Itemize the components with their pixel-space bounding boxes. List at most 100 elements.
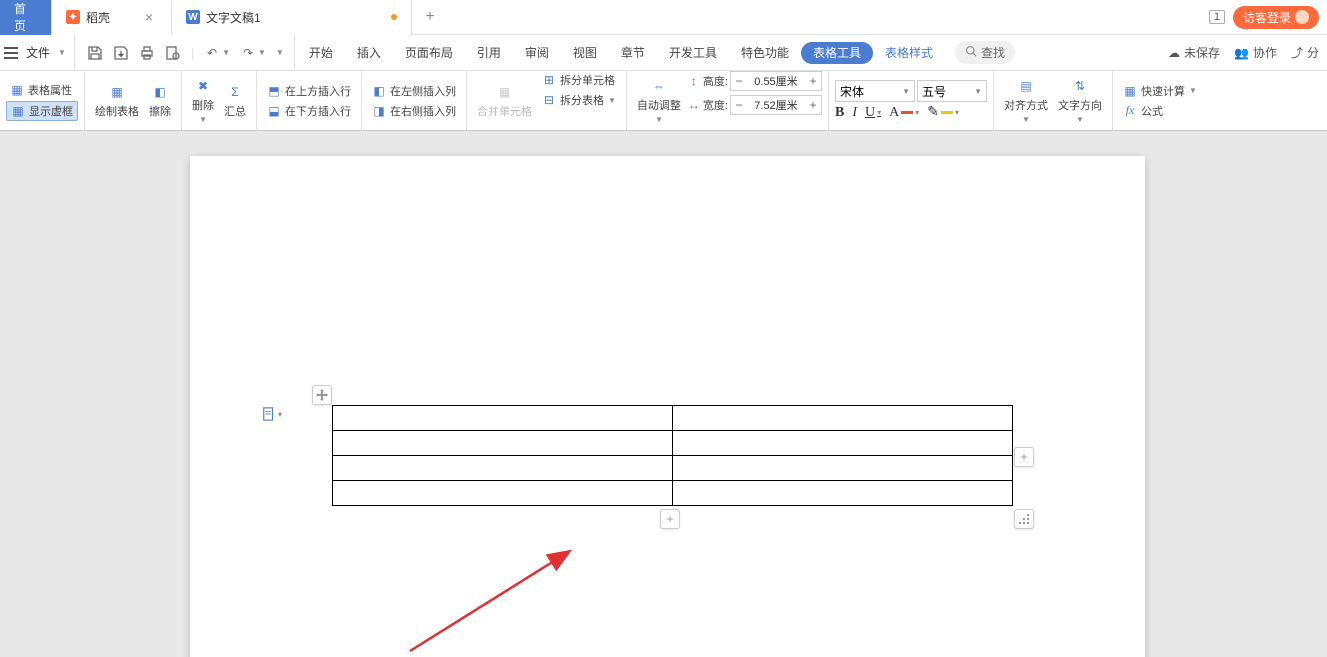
quick-calc-button[interactable]: ▦快速计算▼: [1119, 82, 1201, 100]
menu-features[interactable]: 特色功能: [729, 35, 801, 70]
hamburger-icon: [4, 47, 18, 59]
save-as-icon[interactable]: [113, 45, 129, 61]
menu-start[interactable]: 开始: [297, 35, 345, 70]
eraser-icon: ◧: [151, 83, 169, 101]
width-plus-button[interactable]: +: [805, 96, 821, 114]
undo-button[interactable]: ↶▼: [204, 45, 230, 61]
table-row[interactable]: [333, 406, 1013, 431]
height-plus-button[interactable]: +: [805, 72, 821, 90]
document-area: ▾ + +: [0, 131, 1327, 657]
print-icon[interactable]: [139, 45, 155, 61]
highlight-button[interactable]: ✎▾: [927, 104, 959, 121]
menu-chapter[interactable]: 章节: [609, 35, 657, 70]
table-cell[interactable]: [333, 456, 673, 481]
bold-button[interactable]: B: [835, 105, 844, 121]
close-icon[interactable]: ×: [141, 9, 157, 25]
table-cell[interactable]: [333, 406, 673, 431]
underline-button[interactable]: U▾: [865, 105, 881, 121]
height-label: 高度:: [703, 73, 728, 89]
menu-tabletools[interactable]: 表格工具: [801, 42, 873, 64]
login-button[interactable]: 访客登录: [1233, 6, 1319, 29]
notification-badge[interactable]: 1: [1209, 10, 1225, 24]
font-color-button[interactable]: A▾: [889, 105, 919, 121]
formula-button[interactable]: fx公式: [1119, 102, 1201, 120]
menu-pagelayout[interactable]: 页面布局: [393, 35, 465, 70]
tab-shell-label: 稻壳: [86, 9, 110, 26]
table-row[interactable]: [333, 481, 1013, 506]
chevron-down-icon[interactable]: ▼: [222, 48, 230, 57]
table-add-row-button[interactable]: +: [660, 509, 680, 529]
table-properties-button[interactable]: ▦表格属性: [6, 81, 78, 99]
split-cell-button[interactable]: ⊞拆分单元格: [538, 71, 620, 89]
tab-home[interactable]: 首页: [0, 0, 52, 35]
insert-row-above-button[interactable]: ⬒在上方插入行: [263, 82, 355, 100]
group-autofit: ⇔自动调整▼ ↕ 高度: − + ↔ 宽度: − +: [627, 71, 829, 130]
tab-document[interactable]: W 文字文稿1: [172, 0, 412, 35]
table-add-column-button[interactable]: +: [1014, 447, 1034, 467]
menu-tablestyle[interactable]: 表格样式: [873, 35, 945, 70]
summary-button[interactable]: Σ汇总: [220, 71, 250, 130]
align-button[interactable]: ▤对齐方式▼: [1000, 71, 1052, 130]
chevron-down-icon[interactable]: ▼: [258, 48, 266, 57]
redo-button[interactable]: ↷▼: [240, 45, 266, 61]
draw-table-button[interactable]: ▦绘制表格: [91, 71, 143, 130]
split-table-button[interactable]: ⊟拆分表格▼: [538, 91, 620, 109]
unsaved-button[interactable]: ☁未保存: [1168, 44, 1220, 61]
document-table[interactable]: [332, 405, 1013, 506]
share-button[interactable]: ⤴分: [1291, 44, 1319, 61]
tab-shell[interactable]: ✦ 稻壳 ×: [52, 0, 172, 35]
page-sidebar-tag[interactable]: ▾: [262, 407, 282, 421]
insert-col-right-button[interactable]: ◨在右侧插入列: [368, 102, 460, 120]
width-input[interactable]: [747, 99, 805, 111]
color-swatch-icon: [901, 111, 913, 114]
search-box[interactable]: 查找: [955, 41, 1015, 64]
calc-icon: ▦: [1123, 84, 1137, 98]
menu-insert[interactable]: 插入: [345, 35, 393, 70]
table-props-icon: ▦: [10, 83, 24, 97]
table-resize-handle[interactable]: [1014, 509, 1034, 529]
file-menu[interactable]: 文件 ▼: [4, 35, 75, 70]
delete-table-icon: ✖: [194, 77, 212, 95]
table-cell[interactable]: [673, 456, 1013, 481]
width-minus-button[interactable]: −: [731, 96, 747, 114]
page-icon: [262, 407, 276, 421]
menu-review[interactable]: 审阅: [513, 35, 561, 70]
ribbon: ▦表格属性 ▦显示虚框 ▦绘制表格 ◧擦除 ✖删除▼ Σ汇总 ⬒在上方插入行 ⬓…: [0, 71, 1327, 131]
width-spinner[interactable]: − +: [730, 95, 822, 115]
qat-more-icon[interactable]: ▼: [276, 48, 284, 57]
autofit-button[interactable]: ⇔自动调整▼: [633, 71, 685, 130]
width-label: 宽度:: [703, 97, 728, 113]
table-cell[interactable]: [333, 431, 673, 456]
table-cell[interactable]: [673, 481, 1013, 506]
merge-icon: ▦: [496, 83, 514, 101]
table-move-handle[interactable]: [312, 385, 332, 405]
menu-view[interactable]: 视图: [561, 35, 609, 70]
chevron-down-icon: ▾: [877, 108, 881, 117]
save-icon[interactable]: [87, 45, 103, 61]
table-row[interactable]: [333, 431, 1013, 456]
insert-col-left-button[interactable]: ◧在左侧插入列: [368, 82, 460, 100]
eraser-button[interactable]: ◧擦除: [145, 71, 175, 130]
table-cell[interactable]: [333, 481, 673, 506]
chevron-down-icon: ▼: [1022, 115, 1030, 124]
height-minus-button[interactable]: −: [731, 72, 747, 90]
text-direction-button[interactable]: ⇅文字方向▼: [1054, 71, 1106, 130]
insert-left-icon: ◧: [372, 84, 386, 98]
table-row[interactable]: [333, 456, 1013, 481]
menu-devtools[interactable]: 开发工具: [657, 35, 729, 70]
show-dashed-border-button[interactable]: ▦显示虚框: [6, 101, 78, 121]
height-spinner[interactable]: − +: [730, 71, 822, 91]
menu-reference[interactable]: 引用: [465, 35, 513, 70]
delete-button[interactable]: ✖删除▼: [188, 71, 218, 130]
height-input[interactable]: [747, 75, 805, 87]
insert-row-below-button[interactable]: ⬓在下方插入行: [263, 102, 355, 120]
print-preview-icon[interactable]: [165, 45, 181, 61]
tab-add-button[interactable]: +: [412, 8, 448, 26]
italic-button[interactable]: I: [852, 105, 857, 121]
coop-button[interactable]: 👥协作: [1234, 44, 1277, 61]
group-draw: ▦绘制表格 ◧擦除: [85, 71, 182, 130]
font-name-select[interactable]: 宋体▼: [835, 80, 915, 102]
table-cell[interactable]: [673, 406, 1013, 431]
font-size-select[interactable]: 五号▼: [917, 80, 987, 102]
table-cell[interactable]: [673, 431, 1013, 456]
